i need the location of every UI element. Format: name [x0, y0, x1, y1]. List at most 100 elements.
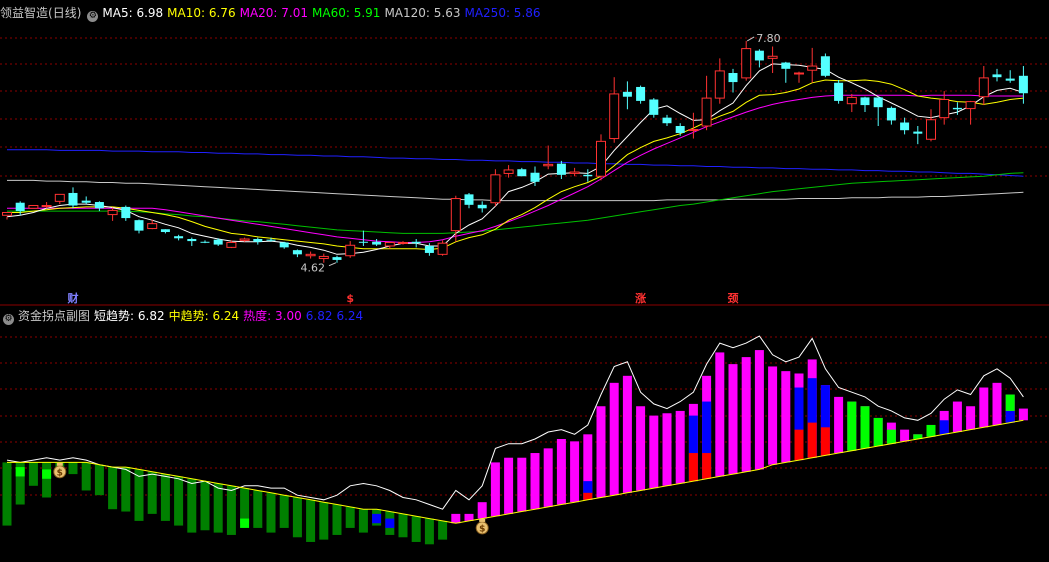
candle-body	[305, 253, 316, 257]
ma60-line	[7, 172, 1024, 234]
fund-bar	[649, 415, 659, 489]
candle-body	[688, 128, 699, 131]
candle-body	[596, 140, 606, 177]
candle-body	[569, 171, 580, 174]
candle-body	[200, 241, 210, 243]
settings-icon[interactable]: ⚙	[87, 11, 99, 22]
fund-bar	[213, 483, 223, 533]
fund-bar	[570, 441, 580, 503]
fund-bar	[411, 516, 421, 542]
candle-body	[794, 72, 804, 75]
fund-bar-overlay	[15, 467, 25, 477]
candle-body	[147, 223, 158, 230]
candle-body	[332, 257, 342, 260]
money-bag-icon-top	[56, 462, 63, 466]
fund-bar	[42, 462, 52, 498]
money-bag-icon-symbol: $	[57, 468, 63, 478]
fund-bar	[556, 439, 566, 505]
candle-body	[965, 101, 976, 110]
fund-bar	[332, 504, 342, 535]
fund-bar	[134, 469, 144, 521]
fund-bar	[121, 467, 131, 512]
candle-body	[714, 70, 725, 99]
sub-readout-4: 6.24	[336, 309, 364, 323]
candle-body	[28, 205, 39, 209]
candle-body	[398, 241, 408, 244]
fund-bar-overlay	[820, 427, 830, 456]
candle-body	[781, 62, 791, 69]
candle-body	[543, 163, 554, 167]
candle-body	[411, 241, 421, 244]
candle-body	[292, 250, 302, 255]
ma-readout-0: MA5: 6.98	[102, 6, 164, 20]
candle-body	[358, 241, 368, 243]
fund-bar	[253, 490, 263, 528]
fund-bar	[636, 406, 646, 491]
candle-body	[121, 206, 131, 219]
fund-bar-overlay	[926, 424, 936, 437]
event-marker-1: $	[346, 292, 354, 305]
candle-body	[424, 245, 434, 253]
fund-bar	[306, 499, 316, 542]
fund-bar	[200, 481, 210, 531]
candle-body	[754, 50, 764, 61]
fund-bar-overlay	[860, 406, 870, 449]
candle-body	[253, 238, 263, 242]
candle-body	[239, 238, 250, 241]
fund-bar	[424, 518, 434, 545]
candle-body	[213, 239, 223, 245]
candle-body	[503, 169, 514, 174]
fund-bar	[834, 396, 844, 454]
candle-body	[517, 169, 527, 177]
fund-bar	[1018, 408, 1028, 421]
ma-readout-5: MA250: 5.86	[464, 6, 541, 20]
candle-body	[134, 220, 144, 231]
ma120-line	[7, 179, 1024, 202]
low-price-label: 4.62	[301, 262, 326, 275]
fund-bar	[438, 520, 448, 540]
candle-body	[41, 205, 52, 208]
fund-bar	[319, 502, 329, 540]
fund-bar	[900, 429, 910, 442]
fund-bar-overlay	[847, 401, 857, 451]
fund-bar-overlay	[42, 469, 52, 479]
candle-body	[1018, 75, 1028, 94]
fund-bar	[292, 497, 302, 538]
ma10-line	[7, 79, 1024, 251]
fund-bar	[28, 462, 38, 486]
fund-bar	[754, 350, 764, 470]
fund-bar-overlay	[939, 420, 949, 435]
fund-bar-overlay	[794, 429, 804, 461]
candle-body	[978, 77, 989, 98]
candle-body	[266, 239, 276, 241]
low-pointer	[328, 262, 337, 267]
settings-icon[interactable]: ⚙	[3, 314, 14, 325]
candle-body	[345, 244, 356, 257]
candle-body	[701, 97, 712, 127]
fund-bar-overlay	[873, 417, 883, 447]
fund-bar	[622, 375, 632, 493]
candle-body	[464, 194, 474, 205]
candle-body	[160, 229, 170, 233]
candle-body	[583, 174, 593, 177]
fund-bar	[543, 448, 553, 507]
candle-body	[913, 131, 923, 134]
fund-bar	[266, 492, 276, 533]
fund-bar	[68, 462, 78, 475]
fund-bar-overlay	[1005, 410, 1015, 423]
fund-bar	[596, 406, 606, 498]
candle-body	[860, 97, 870, 106]
candle-body	[81, 200, 91, 203]
candle-body	[741, 48, 752, 79]
candle-body	[530, 172, 540, 182]
fund-bar	[781, 371, 791, 463]
ma-readout-4: MA120: 5.63	[384, 6, 461, 20]
fund-bar	[504, 457, 514, 514]
event-marker-0: 财	[67, 291, 79, 305]
candle-body	[886, 107, 896, 121]
candle-body	[1005, 78, 1015, 81]
fund-bar	[768, 366, 778, 465]
fund-bar-overlay	[385, 518, 395, 528]
fund-bar	[226, 485, 236, 535]
candle-body	[54, 193, 65, 202]
